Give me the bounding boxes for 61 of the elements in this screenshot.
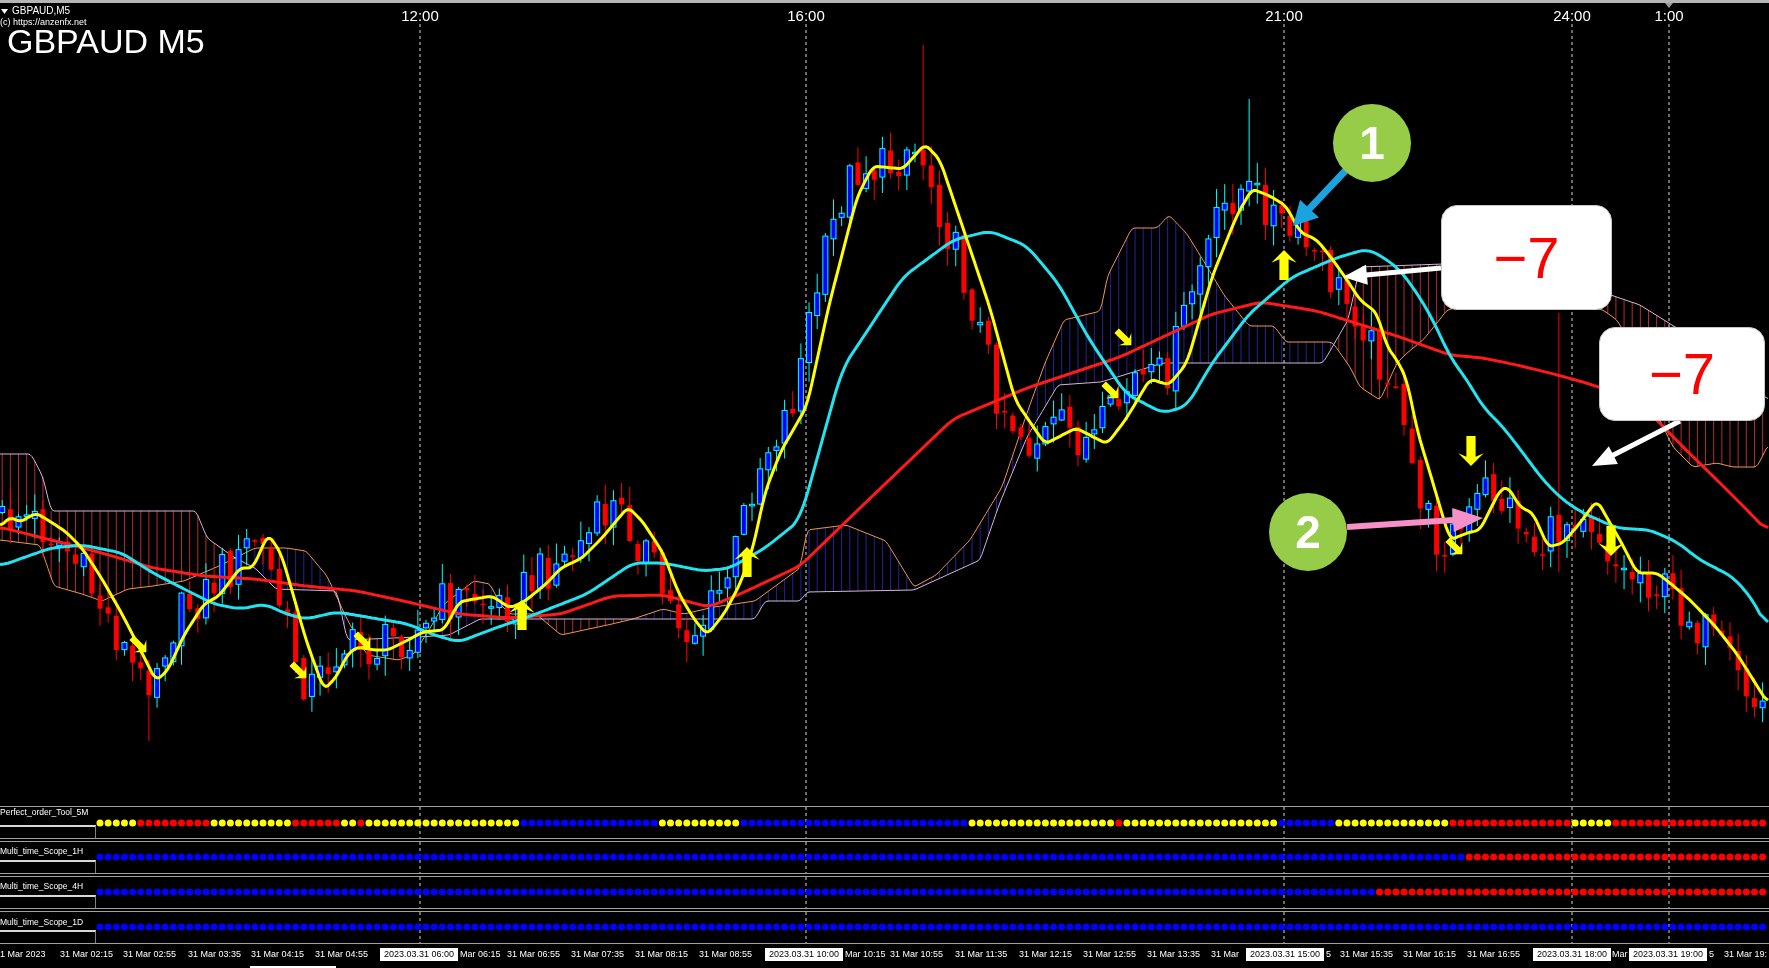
down-arrow-icon (1598, 526, 1624, 556)
indicator-label: Multi_time_Scope_1H (0, 845, 85, 856)
date-label: 2023.03.31 19:00 (1629, 948, 1708, 961)
up-arrow-icon (734, 547, 760, 577)
date-label: 2023.03.31 18:00 (1533, 948, 1612, 961)
callout-number: 2 (1269, 493, 1347, 571)
time-label: 31 Mar 15:35 (1340, 948, 1394, 961)
date-label: 2023.03.31 06:00 (380, 948, 459, 961)
indicator-label: Multi_time_Scope_1D (0, 916, 85, 927)
date-label: 2023.03.31 10:00 (765, 948, 844, 961)
time-label: 31 Mar 08:55 (699, 948, 753, 961)
time-label: 21:00 (1265, 8, 1303, 24)
down-right-arrow-icon (353, 631, 371, 649)
time-label: 31 Mar 12:15 (1019, 948, 1073, 961)
time-label: 31 Mar 16:15 (1403, 948, 1457, 961)
callout-label: −7 (1441, 205, 1612, 310)
down-triangle-icon[interactable] (1665, 3, 1673, 8)
down-right-arrow-icon (1114, 328, 1132, 346)
time-label: 31 Mar 04:55 (315, 948, 369, 961)
time-label: 31 Mar 19: (1724, 948, 1768, 961)
time-label: 24:00 (1553, 8, 1591, 24)
down-right-arrow-icon (129, 635, 147, 653)
time-label: Mar (1612, 948, 1628, 961)
time-label: 12:00 (401, 8, 439, 24)
time-label: 31 Mar 02:15 (60, 948, 114, 961)
time-label: 31 Mar 13:35 (1147, 948, 1201, 961)
time-label: 31 Mar (1211, 948, 1239, 961)
time-label: 31 Mar 02:55 (123, 948, 177, 961)
time-label: 1 Mar 2023 (0, 948, 46, 961)
time-label: 31 Mar 04:15 (251, 948, 305, 961)
down-right-arrow-icon (1101, 381, 1119, 399)
down-triangle-icon (1, 8, 8, 14)
time-label: 31 Mar 06:55 (507, 948, 561, 961)
time-label: Mar 06:15 (460, 948, 501, 961)
time-label: 5 (1326, 948, 1331, 961)
time-label: 1:00 (1654, 8, 1684, 24)
callout-number: 1 (1333, 104, 1411, 182)
down-arrow-icon (1458, 436, 1484, 466)
pointer-arrow (1293, 167, 1349, 226)
down-right-arrow-icon (1445, 537, 1463, 555)
time-label: 16:00 (787, 8, 825, 24)
scrollbar-thumb[interactable] (250, 966, 336, 968)
time-label: 31 Mar 03:35 (188, 948, 242, 961)
time-label: 31 Mar 16:55 (1467, 948, 1521, 961)
time-label: 31 Mar 11:35 (955, 948, 1008, 961)
callout-label: −7 (1599, 327, 1765, 421)
time-label: 31 Mar 08:15 (635, 948, 689, 961)
time-label: 31 Mar 10:55 (890, 948, 944, 961)
up-arrow-icon (509, 600, 535, 630)
down-right-arrow-icon (289, 661, 307, 679)
time-label: 5 (1709, 948, 1714, 961)
chart-title: GBPAUD M5 (7, 28, 205, 54)
up-arrow-icon (1271, 250, 1297, 280)
date-label: 2023.03.31 15:00 (1246, 948, 1325, 961)
copyright-text: (c) https://anzenfx.net (0, 17, 87, 27)
time-label: 31 Mar 12:55 (1083, 948, 1137, 961)
indicator-label: Perfect_order_Tool_5M (0, 807, 90, 817)
time-label: Mar 10:15 (845, 948, 886, 961)
indicator-label: Multi_time_Scope_4H (0, 880, 85, 891)
symbol-label: GBPAUD,M5 (12, 5, 71, 17)
time-label: 31 Mar 07:35 (571, 948, 625, 961)
